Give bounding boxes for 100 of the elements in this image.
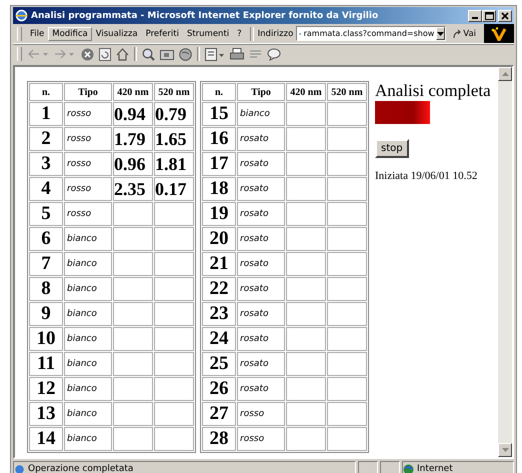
home-icon[interactable] bbox=[116, 48, 129, 60]
menu-item[interactable]: Preferiti bbox=[142, 26, 183, 40]
dropdown-button[interactable] bbox=[436, 27, 446, 40]
printer-icon[interactable] bbox=[230, 48, 244, 60]
close-icon bbox=[501, 12, 509, 20]
stop-icon[interactable] bbox=[81, 48, 94, 60]
table-cell bbox=[327, 252, 367, 276]
table-cell: rosso bbox=[64, 202, 112, 226]
menu-item[interactable]: ? bbox=[233, 26, 246, 40]
table-cell bbox=[327, 327, 367, 351]
table-cell: 26 bbox=[202, 377, 236, 401]
table-cell bbox=[113, 252, 153, 276]
table-cell: bianco bbox=[64, 252, 112, 276]
table-cell: 28 bbox=[202, 427, 236, 451]
table-cell: rosato bbox=[237, 252, 285, 276]
maximize-button[interactable] bbox=[482, 10, 496, 22]
table-cell bbox=[113, 427, 153, 451]
table-cell: 15 bbox=[202, 102, 236, 126]
table-cell: rosato bbox=[237, 152, 285, 176]
table-cell bbox=[154, 202, 194, 226]
table-cell bbox=[113, 277, 153, 301]
table-cell bbox=[286, 277, 326, 301]
table-cell bbox=[327, 352, 367, 376]
menu-item[interactable]: File bbox=[26, 26, 48, 40]
stop-button[interactable]: stop bbox=[375, 139, 409, 158]
table-cell bbox=[286, 327, 326, 351]
search-icon[interactable] bbox=[142, 48, 155, 60]
column-header: 520 nm bbox=[154, 83, 194, 101]
table-cell: 17 bbox=[202, 152, 236, 176]
table-cell bbox=[113, 202, 153, 226]
start-time-text: Iniziata 19/06/01 10.52 bbox=[375, 170, 478, 182]
close-button[interactable] bbox=[498, 10, 512, 22]
address-field[interactable]: rammata.class?command=show bbox=[296, 26, 446, 41]
table-cell: 20 bbox=[202, 227, 236, 251]
column-header: Tipo bbox=[64, 83, 112, 101]
table-cell bbox=[286, 152, 326, 176]
table-cell: rosato bbox=[237, 202, 285, 226]
table-cell: 2 bbox=[29, 127, 63, 151]
table-cell bbox=[113, 352, 153, 376]
table-cell bbox=[327, 102, 367, 126]
table-cell: bianco bbox=[64, 377, 112, 401]
table-cell bbox=[327, 277, 367, 301]
table-cell: 24 bbox=[202, 327, 236, 351]
table-cell: 7 bbox=[29, 252, 63, 276]
table-cell bbox=[154, 252, 194, 276]
table-cell: bianco bbox=[64, 327, 112, 351]
table-cell bbox=[327, 402, 367, 426]
table-cell: 0.17 bbox=[154, 177, 194, 201]
table-cell bbox=[154, 427, 194, 451]
table-cell: bianco bbox=[64, 302, 112, 326]
minimize-button[interactable] bbox=[468, 10, 482, 22]
window-title: Analisi programmata - Microsoft Internet Explorer fornito da Virgilio bbox=[31, 10, 380, 20]
table-cell bbox=[154, 227, 194, 251]
table-cell bbox=[154, 352, 194, 376]
column-header: 520 nm bbox=[327, 83, 367, 101]
table-cell: bianco bbox=[64, 277, 112, 301]
status-heading: Analisi completa bbox=[375, 81, 491, 101]
table-cell: 1.65 bbox=[154, 127, 194, 151]
menu-item[interactable]: Modifica bbox=[48, 26, 92, 40]
table-cell: bianco bbox=[64, 352, 112, 376]
table-cell bbox=[286, 127, 326, 151]
table-cell: 2.35 bbox=[113, 177, 153, 201]
speech-bubble-icon[interactable] bbox=[267, 48, 281, 60]
table-cell: rosso bbox=[64, 127, 112, 151]
go-arrow-icon bbox=[452, 28, 462, 38]
table-cell bbox=[154, 377, 194, 401]
table-cell: 21 bbox=[202, 252, 236, 276]
status-text: Operazione completata bbox=[28, 464, 134, 473]
table-cell bbox=[154, 402, 194, 426]
menu-item[interactable]: Strumenti bbox=[182, 26, 234, 40]
table-cell: 4 bbox=[29, 177, 63, 201]
table-cell bbox=[286, 402, 326, 426]
refresh-icon[interactable] bbox=[99, 48, 111, 60]
go-button[interactable]: Vai bbox=[452, 28, 476, 38]
table-cell: 5 bbox=[29, 202, 63, 226]
table-cell: 22 bbox=[202, 277, 236, 301]
table-cell: 3 bbox=[29, 152, 63, 176]
table-cell: bianco bbox=[64, 227, 112, 251]
table-cell: bianco bbox=[64, 427, 112, 451]
table-cell: rosso bbox=[64, 102, 112, 126]
table-cell: 27 bbox=[202, 402, 236, 426]
table-cell: 14 bbox=[29, 427, 63, 451]
table-cell: rosso bbox=[64, 152, 112, 176]
table-cell: rosso bbox=[237, 427, 285, 451]
column-header: n. bbox=[29, 83, 63, 101]
table-cell: bianco bbox=[237, 102, 285, 126]
table-cell bbox=[327, 127, 367, 151]
column-header: 420 nm bbox=[286, 83, 326, 101]
table-cell: rosso bbox=[237, 402, 285, 426]
maximize-icon bbox=[484, 12, 494, 20]
table-cell bbox=[113, 402, 153, 426]
table-cell: rosato bbox=[237, 127, 285, 151]
table-cell: 11 bbox=[29, 352, 63, 376]
column-header: Tipo bbox=[237, 83, 285, 101]
table-cell: 12 bbox=[29, 377, 63, 401]
table-cell: 1.81 bbox=[154, 152, 194, 176]
table-cell: 23 bbox=[202, 302, 236, 326]
mail-icon[interactable] bbox=[205, 48, 225, 60]
table-cell: 9 bbox=[29, 302, 63, 326]
menu-item[interactable]: Visualizza bbox=[92, 26, 142, 40]
